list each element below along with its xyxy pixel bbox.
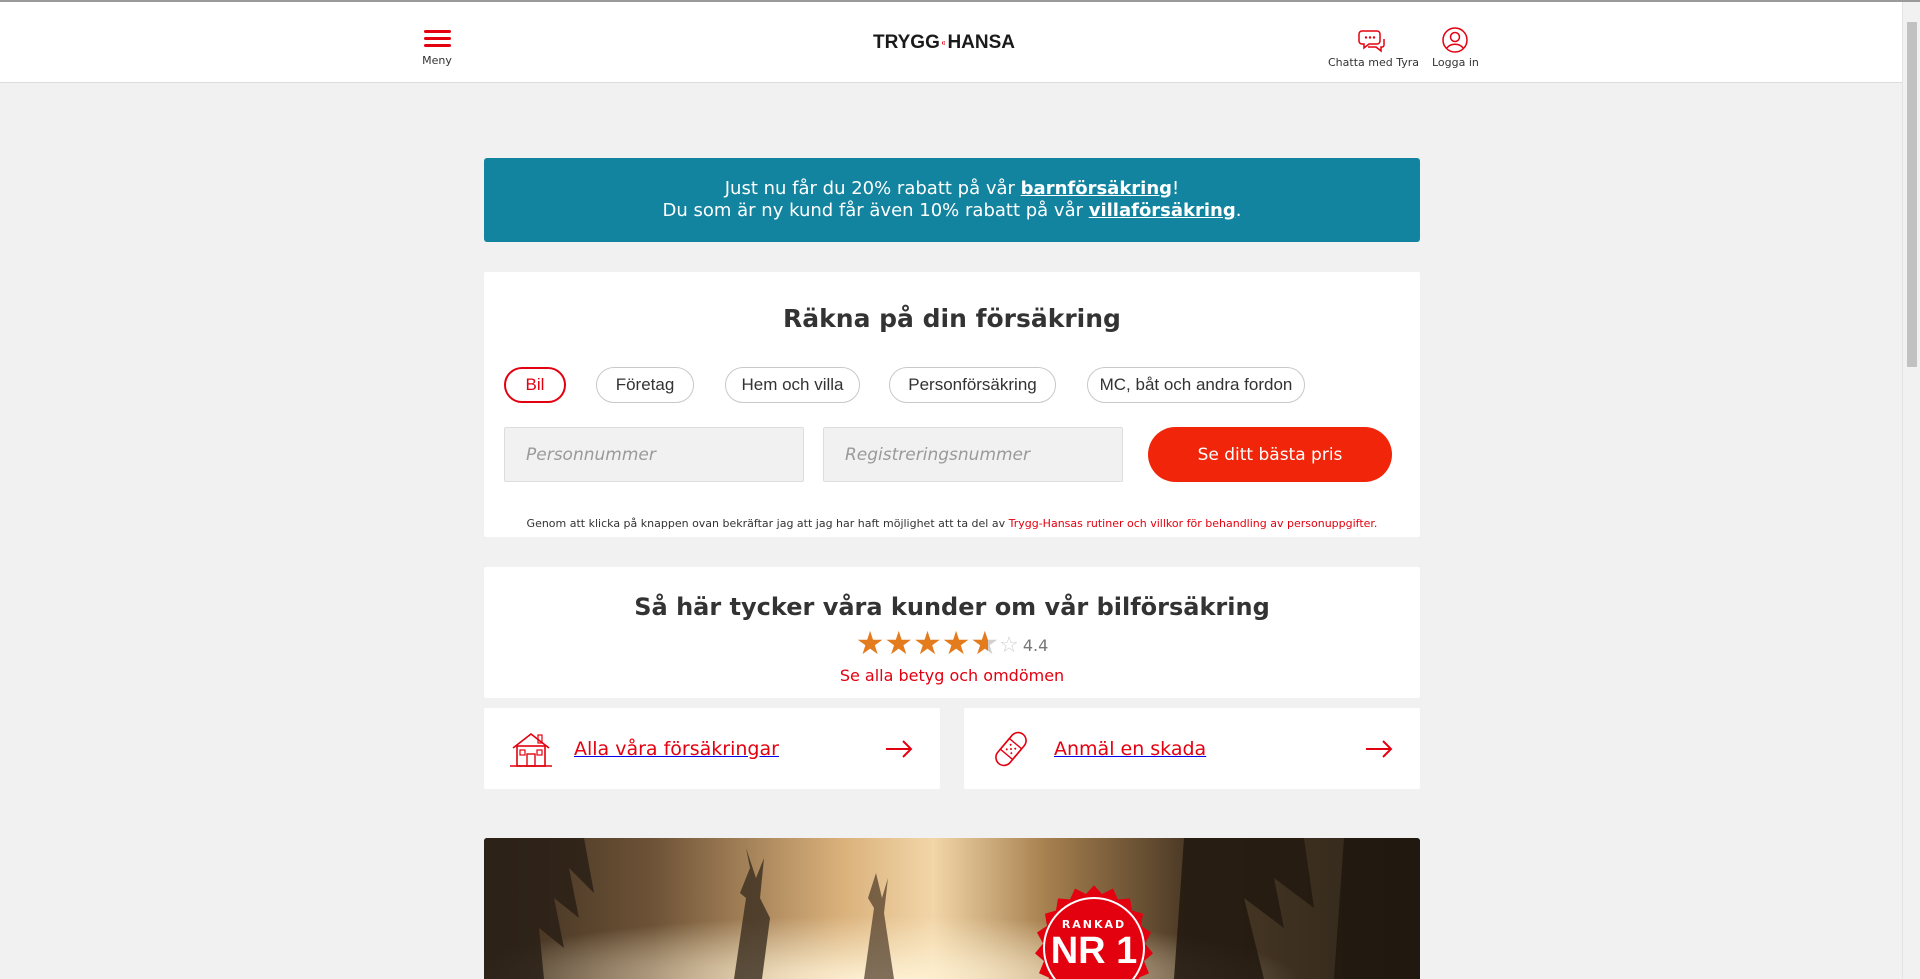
login-button[interactable]: Logga in [1432, 26, 1479, 69]
all-insurances-label: Alla våra försäkringar [574, 737, 779, 760]
login-label: Logga in [1432, 56, 1479, 69]
all-reviews-link[interactable]: Se alla betyg och omdömen [484, 666, 1420, 685]
forest-sunset-image [484, 838, 1420, 979]
registreringsnummer-input[interactable] [823, 427, 1123, 482]
all-insurances-link-card[interactable]: Alla våra försäkringar [484, 708, 940, 789]
banner-line-1: Just nu får du 20% rabatt på vår barnför… [484, 178, 1420, 200]
house-icon [510, 732, 552, 767]
scrollbar-thumb[interactable] [1907, 22, 1917, 367]
privacy-policy-link[interactable]: Trygg-Hansas rutiner och villkor för beh… [1009, 517, 1378, 530]
customer-rating-card: Så här tycker våra kunder om vår bilförs… [484, 567, 1420, 698]
star-rating: ★ ★ ★ ★ ★ ★ ☆ 4.4 [484, 627, 1420, 659]
star-icon: ★ [855, 624, 885, 662]
tab-hem-och-villa[interactable]: Hem och villa [725, 367, 860, 403]
chat-bubble-icon [1358, 30, 1385, 53]
tab-mc-bat-fordon[interactable]: MC, båt och andra fordon [1087, 367, 1305, 403]
logo-text-right: HANSA [947, 32, 1015, 53]
insurance-calculator: Räkna på din försäkring Bil Företag Hem … [484, 272, 1420, 537]
rating-value: 4.4 [1022, 636, 1049, 655]
tab-personforsakring[interactable]: Personförsäkring [889, 367, 1056, 403]
arrow-right-icon [886, 739, 913, 758]
hamburger-icon [423, 30, 451, 48]
arrow-right-icon [1366, 739, 1393, 758]
trygg-hansa-logo[interactable]: TRYGG HANSA [873, 28, 1015, 58]
hero-image: RANKAD NR 1 [484, 838, 1420, 979]
tab-foretag[interactable]: Företag [596, 367, 694, 403]
villa-insurance-link[interactable]: villaförsäkring [1089, 200, 1236, 221]
menu-button[interactable]: Meny [414, 26, 460, 67]
bandage-icon [995, 731, 1027, 766]
report-claim-label: Anmäl en skada [1054, 737, 1207, 760]
tab-bil[interactable]: Bil [504, 367, 566, 403]
rating-title: Så här tycker våra kunder om vår bilförs… [634, 593, 1270, 621]
site-header: Meny TRYGG HANSA Chatta med Tyra Logga i… [0, 2, 1902, 83]
personnummer-input[interactable] [504, 427, 804, 482]
empty-star-icon: ☆ [999, 633, 1019, 658]
star-icon: ★ [884, 624, 914, 662]
child-insurance-link[interactable]: barnförsäkring [1021, 178, 1172, 199]
disclaimer-text: Genom att klicka på knappen ovan bekräft… [526, 517, 1009, 530]
menu-label: Meny [422, 54, 452, 67]
star-icon: ★ [941, 624, 971, 662]
banner-line-2: Du som är ny kund får även 10% rabatt på… [484, 200, 1420, 222]
calculator-title: Räkna på din försäkring [783, 304, 1121, 333]
partial-star-icon: ★ ★ [970, 624, 1000, 662]
see-best-price-button[interactable]: Se ditt bästa pris [1148, 427, 1392, 482]
user-icon [1442, 27, 1469, 53]
banner-line-1-suffix: ! [1172, 178, 1180, 199]
lifebuoy-icon [941, 41, 946, 45]
chat-button[interactable]: Chatta med Tyra [1328, 26, 1419, 69]
banner-line-2-suffix: . [1235, 200, 1242, 221]
badge-main-text: NR 1 [1050, 930, 1138, 972]
discount-banner: Just nu får du 20% rabatt på vår barnför… [484, 158, 1420, 242]
chat-label: Chatta med Tyra [1328, 56, 1419, 69]
banner-line-2-text: Du som är ny kund får även 10% rabatt på… [662, 200, 1089, 221]
star-icon: ★ [913, 624, 942, 662]
badge-text: RANKAD NR 1 [1044, 918, 1144, 971]
privacy-disclaimer: Genom att klicka på knappen ovan bekräft… [484, 517, 1420, 530]
page-scrollbar[interactable] [1902, 2, 1920, 979]
report-claim-link-card[interactable]: Anmäl en skada [964, 708, 1420, 789]
banner-line-1-text: Just nu får du 20% rabatt på vår [724, 178, 1021, 199]
logo-text-left: TRYGG [873, 32, 940, 53]
